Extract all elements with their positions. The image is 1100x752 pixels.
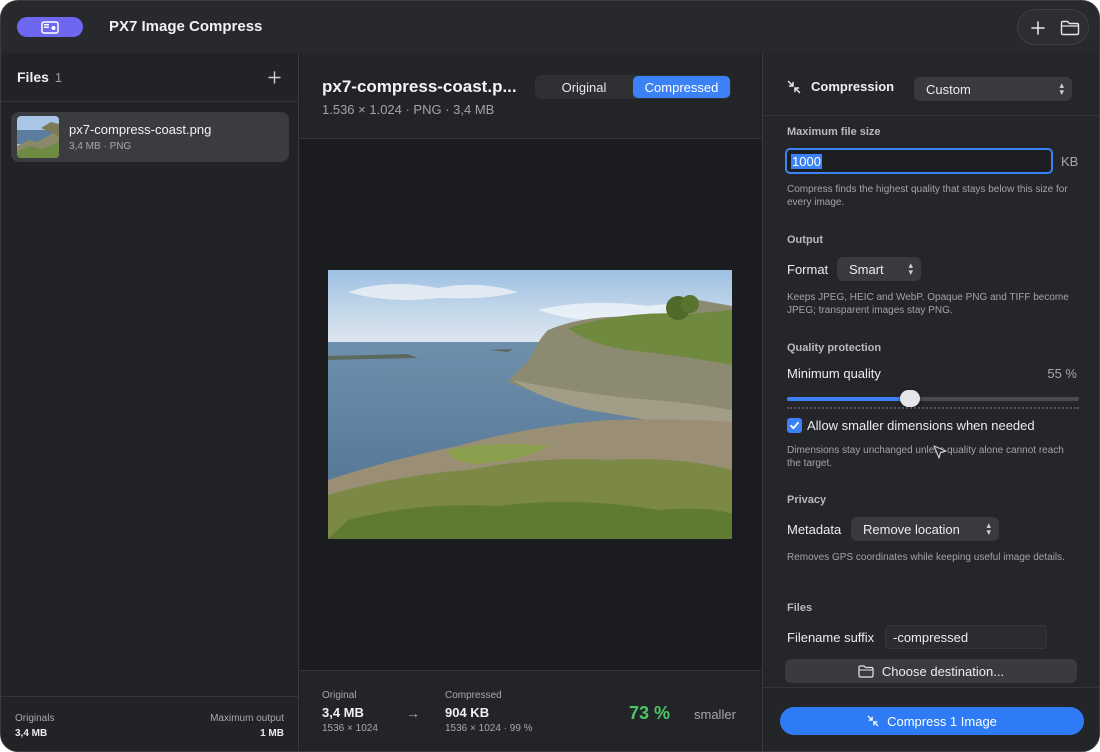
preset-value: Custom (926, 81, 971, 97)
suffix-label: Filename suffix (787, 630, 875, 645)
compress-button-label: Compress 1 Image (887, 713, 997, 729)
file-list-item[interactable]: px7-compress-coast.png 3,4 MB · PNG (11, 112, 289, 162)
format-value: Smart (849, 261, 884, 277)
max-size-title: Maximum file size (787, 126, 881, 138)
plus-icon (1031, 21, 1045, 35)
savings-label: smaller (694, 707, 736, 722)
file-name: px7-compress-coast.png (69, 122, 212, 137)
files-settings-title: Files (787, 602, 813, 614)
original-stat-label: Original (322, 690, 357, 701)
format-dropdown[interactable]: Smart ▴ ▾ (837, 257, 921, 281)
compress-arrows-icon (867, 715, 879, 727)
quality-title: Quality protection (787, 342, 882, 354)
compress-arrows-icon (787, 80, 801, 93)
max-output-label: Maximum output (210, 713, 284, 724)
chevron-updown-icon: ▴ ▾ (908, 260, 913, 277)
action-bar: Compress 1 Image (763, 687, 1099, 751)
filename-suffix-input[interactable]: -compressed (885, 625, 1047, 649)
preset-dropdown[interactable]: Custom ▴ ▾ (914, 77, 1072, 101)
slider-thumb[interactable] (899, 390, 920, 407)
compressed-stat-label: Compressed (445, 690, 502, 701)
metadata-value: Remove location (863, 521, 960, 537)
chevron-updown-icon: ▴ ▾ (1059, 80, 1064, 97)
privacy-title: Privacy (787, 494, 827, 506)
files-header: Files 1 (17, 69, 62, 85)
toolbar-group (1017, 9, 1089, 45)
compressed-dimensions: 1536 × 1024 · 99 % (445, 723, 533, 734)
savings-percent: 73 % (629, 703, 671, 723)
compress-button[interactable]: Compress 1 Image (780, 707, 1084, 735)
image-canvas (300, 140, 761, 670)
settings-panel: Compression Custom ▴ ▾ Maximum file size … (762, 53, 1099, 751)
app-title: PX7 Image Compress (109, 18, 263, 35)
folder-icon (1060, 20, 1080, 36)
app-window: PX7 Image Compress Files 1 px7-compress-… (0, 0, 1100, 752)
preview-subtitle: 1.536 × 1.024 · PNG · 3,4 MB (322, 102, 495, 117)
checkmark-icon (790, 421, 799, 430)
min-quality-value: 55 % (1047, 366, 1077, 381)
divider (1, 101, 298, 102)
divider (763, 115, 1099, 116)
allow-smaller-checkbox[interactable] (787, 418, 802, 433)
output-title: Output (787, 234, 824, 246)
view-segmented-control: Original Compressed (535, 75, 731, 99)
preview-title: px7-compress-coast.p... (322, 77, 517, 96)
preview-image (328, 270, 732, 539)
compression-header: Compression (787, 79, 894, 94)
max-output-value: 1 MB (260, 728, 284, 739)
choose-destination-label: Choose destination... (881, 663, 1005, 679)
sidebar-toggle-button[interactable] (17, 17, 83, 37)
compression-stats: Original 3,4 MB 1536 × 1024 → Compressed… (300, 670, 761, 751)
min-quality-slider[interactable] (787, 390, 1079, 407)
title-bar: PX7 Image Compress (1, 1, 1099, 53)
add-files-button[interactable] (1026, 16, 1050, 40)
output-help: Keeps JPEG, HEIC and WebP. Opaque PNG an… (787, 292, 1069, 316)
compressed-size: 904 KB (445, 705, 490, 720)
sidebar-icon (41, 20, 59, 34)
folder-icon (858, 664, 874, 678)
file-meta: 3,4 MB · PNG (69, 141, 132, 152)
privacy-help: Removes GPS coordinates while keeping us… (787, 552, 1065, 563)
files-count: 1 (54, 70, 63, 85)
max-size-value: 1000 (791, 153, 822, 169)
compression-title: Compression (811, 79, 895, 94)
original-dimensions: 1536 × 1024 (322, 723, 378, 734)
slider-ticks (787, 407, 1079, 409)
tab-original[interactable]: Original (536, 76, 632, 98)
open-folder-button[interactable] (1058, 16, 1082, 40)
cursor-icon (933, 445, 947, 459)
files-sidebar: Files 1 px7-compress-coast.png 3,4 MB · P… (1, 53, 299, 751)
allow-smaller-label: Allow smaller dimensions when needed (807, 418, 1035, 433)
originals-label: Originals (15, 713, 55, 724)
max-size-input[interactable]: 1000 (785, 148, 1053, 174)
plus-icon (267, 70, 281, 84)
choose-destination-button[interactable]: Choose destination... (785, 659, 1077, 683)
max-size-unit: KB (1061, 154, 1079, 169)
metadata-dropdown[interactable]: Remove location ▴ ▾ (851, 517, 999, 541)
max-size-help: Compress finds the highest quality that … (787, 184, 1068, 208)
file-thumbnail (17, 116, 59, 158)
tab-compressed[interactable]: Compressed (633, 76, 730, 98)
preview-header: px7-compress-coast.p... 1.536 × 1.024 · … (300, 53, 761, 139)
format-label: Format (787, 262, 829, 277)
add-file-button[interactable] (264, 67, 284, 87)
original-size: 3,4 MB (322, 705, 364, 720)
originals-value: 3,4 MB (15, 728, 48, 739)
slider-fill (787, 397, 910, 401)
preview-pane: px7-compress-coast.p... 1.536 × 1.024 · … (300, 53, 761, 751)
chevron-updown-icon: ▴ ▾ (986, 520, 991, 537)
quality-help: Dimensions stay unchanged unless quality… (787, 445, 1064, 469)
files-title: Files (17, 69, 49, 85)
arrow-right-icon: → (406, 705, 420, 721)
sidebar-footer: Originals 3,4 MB Maximum output 1 MB (1, 696, 298, 751)
metadata-label: Metadata (787, 522, 842, 537)
min-quality-label: Minimum quality (787, 366, 881, 381)
